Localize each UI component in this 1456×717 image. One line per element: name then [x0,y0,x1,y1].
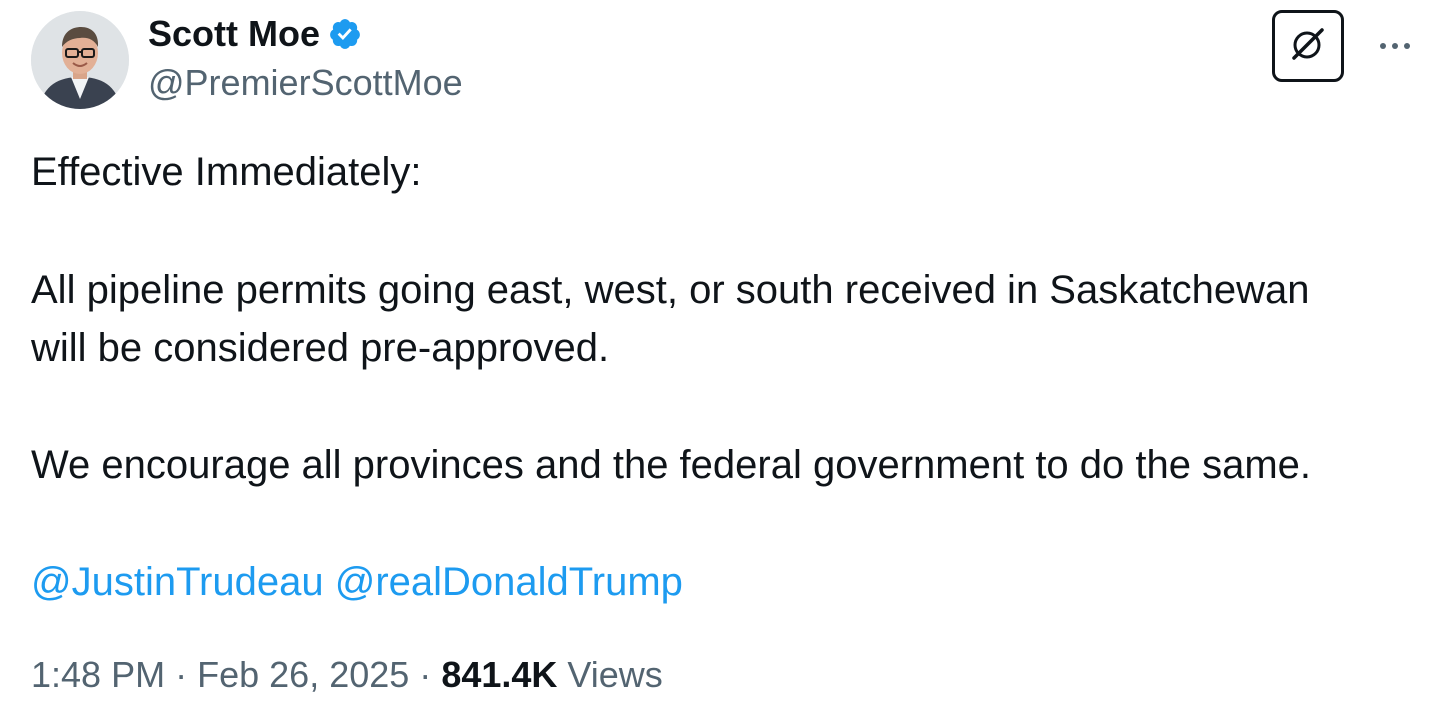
tweet-text-line: will be considered pre-approved. [31,326,610,370]
author-handle[interactable]: @PremierScottMoe [148,60,463,106]
meta-separator: · [419,654,432,695]
views-count: 841.4K [441,654,558,695]
author-display-name[interactable]: Scott Moe [148,12,320,56]
mention-link-realdonaldtrump[interactable]: @realDonaldTrump [335,560,683,604]
grok-button[interactable] [1272,10,1344,82]
more-horizontal-icon-dot [1392,43,1398,49]
tweet-meta: 1:48 PM · Feb 26, 2025 · 841.4K Views [31,651,663,699]
grok-icon [1286,22,1330,71]
tweet-text-line: All pipeline permits going east, west, o… [31,268,1310,312]
author-name-row: Scott Moe [148,12,362,56]
more-options-button[interactable] [1370,26,1420,66]
tweet-date[interactable]: Feb 26, 2025 [197,654,409,695]
tweet-time[interactable]: 1:48 PM [31,654,165,695]
verified-badge-icon[interactable] [328,17,362,51]
avatar[interactable] [31,11,129,109]
mention-link-justintrudeau[interactable]: @JustinTrudeau [31,560,324,604]
views-label[interactable]: Views [567,654,662,695]
tweet-card: Scott Moe @PremierScottMoe Effective Imm… [0,0,1456,717]
tweet-text-line: Effective Immediately: [31,150,422,194]
more-horizontal-icon-dot [1404,43,1410,49]
tweet-mentions: @JustinTrudeau @realDonaldTrump [31,553,683,611]
more-horizontal-icon-dot [1380,43,1386,49]
tweet-text-line: We encourage all provinces and the feder… [31,443,1312,487]
meta-separator: · [175,654,188,695]
